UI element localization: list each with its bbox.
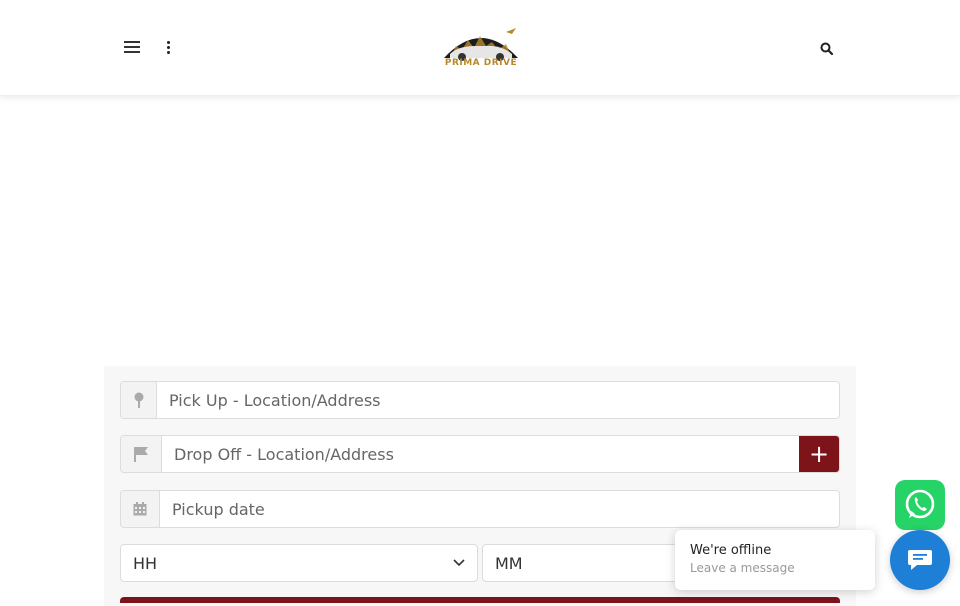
hour-select[interactable]: HH bbox=[120, 544, 478, 582]
whatsapp-button[interactable] bbox=[895, 480, 945, 530]
pickup-field bbox=[120, 381, 840, 419]
prima-drive-logo[interactable]: PRIMA DRIVE bbox=[436, 24, 526, 74]
chevron-down-icon bbox=[453, 559, 465, 567]
kebab-icon[interactable] bbox=[164, 41, 172, 54]
chat-icon bbox=[908, 550, 932, 570]
chat-offline-bubble[interactable]: We're offline Leave a message bbox=[675, 530, 875, 590]
flag-icon bbox=[121, 436, 162, 472]
whatsapp-icon bbox=[905, 489, 935, 519]
map-pin-icon bbox=[121, 382, 157, 418]
chat-prompt: Leave a message bbox=[690, 561, 795, 575]
chat-launcher-button[interactable] bbox=[890, 530, 950, 590]
pickup-input[interactable] bbox=[157, 382, 839, 418]
pickup-date-field bbox=[120, 490, 840, 528]
dropoff-input[interactable] bbox=[162, 436, 799, 472]
dropoff-field: + bbox=[120, 435, 840, 473]
calendar-icon bbox=[121, 491, 160, 527]
submit-button[interactable] bbox=[120, 597, 840, 603]
chat-status: We're offline bbox=[690, 543, 772, 558]
pickup-date-input[interactable] bbox=[160, 491, 839, 527]
logo-text: PRIMA DRIVE bbox=[444, 58, 518, 68]
hour-select-value: HH bbox=[133, 553, 158, 573]
minute-select-value: MM bbox=[495, 553, 523, 573]
add-stop-button[interactable]: + bbox=[799, 436, 839, 472]
site-header: PRIMA DRIVE bbox=[0, 0, 960, 96]
search-icon[interactable] bbox=[820, 41, 834, 56]
hamburger-icon[interactable] bbox=[124, 41, 140, 53]
